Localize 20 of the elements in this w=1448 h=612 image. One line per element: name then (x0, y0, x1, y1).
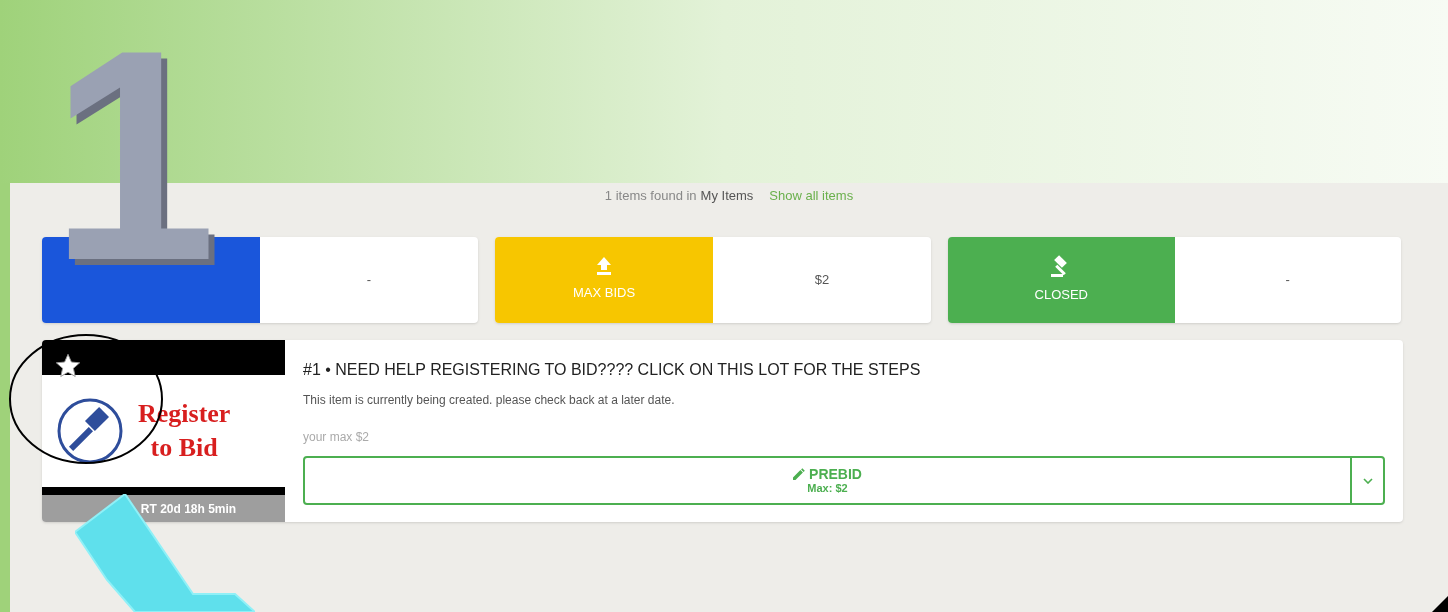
lot-title[interactable]: #1 • NEED HELP REGISTERING TO BID???? CLICK ON THIS LOT FOR THE STEPS (303, 358, 1385, 382)
star-icon[interactable] (54, 352, 82, 380)
stat-label: CLOSED (1034, 286, 1088, 305)
items-found-text: 1 items found in (604, 187, 697, 205)
stat-card[interactable]: CLOSED - (948, 237, 1401, 323)
lot-card[interactable] (42, 340, 1403, 522)
stat-label: MAX BIDS (572, 284, 636, 303)
chevron-down-icon (1362, 477, 1373, 484)
your-max-text: your max $2 (303, 429, 371, 446)
stat-value: - (366, 271, 372, 290)
stat-value: - (1285, 271, 1290, 290)
image-caption: to Bid (150, 432, 218, 464)
stat-value: $2 (814, 271, 830, 290)
scope-text: My Items (700, 187, 754, 205)
pencil-icon (793, 468, 806, 480)
upload-icon (596, 257, 612, 276)
gavel-circle-icon (56, 397, 124, 465)
stat-card[interactable]: MAX BIDS $2 (495, 237, 931, 323)
corner-mark (1432, 596, 1448, 612)
lot-description: This item is currently being created. please check back at a later date. (303, 392, 676, 409)
